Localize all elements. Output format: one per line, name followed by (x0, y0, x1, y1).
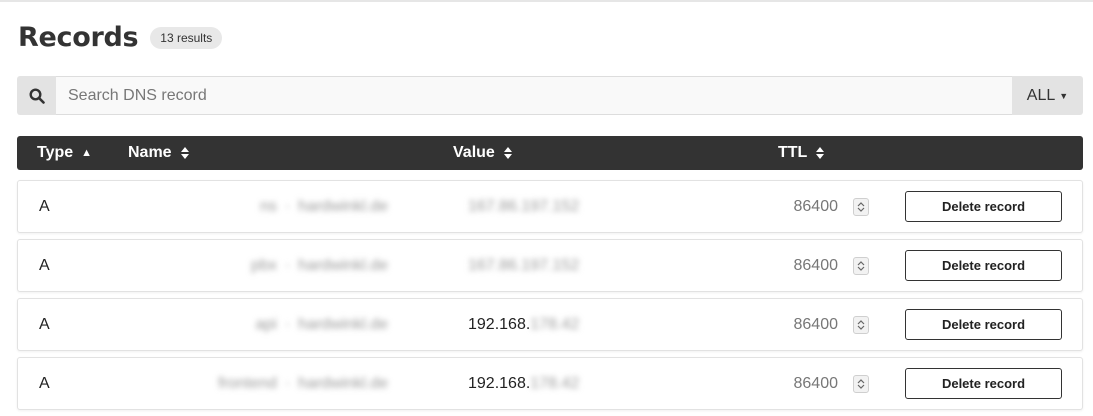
record-ttl: 86400 (793, 257, 839, 274)
record-ttl: 86400 (793, 316, 839, 333)
results-count-badge: 13 results (150, 26, 223, 49)
delete-record-button[interactable]: Delete record (905, 250, 1062, 281)
filter-label: ALL (1026, 86, 1056, 104)
record-subdomain: ns (259, 198, 277, 215)
column-label: Value (453, 144, 495, 161)
record-domain: hardwinkl.de (298, 257, 388, 274)
search-input[interactable] (56, 76, 1012, 115)
record-subdomain: api (255, 316, 277, 333)
record-value-redacted: 178.42 (530, 375, 580, 392)
record-type: A (39, 316, 50, 333)
record-value-redacted: 178.42 (530, 316, 580, 333)
column-label: TTL (778, 144, 808, 161)
record-value: 192.168. 178.42 (468, 358, 579, 409)
table-row: A api · hardwinkl.de 192.168. 178.42 864… (17, 298, 1083, 351)
ttl-stepper[interactable] (853, 198, 869, 216)
record-ttl: 86400 (793, 198, 839, 215)
stepper-icon (857, 379, 865, 389)
column-header-type[interactable]: Type ▲ (37, 136, 92, 170)
delete-record-button[interactable]: Delete record (905, 368, 1062, 399)
ttl-stepper[interactable] (853, 257, 869, 275)
record-name: api · hardwinkl.de (208, 299, 388, 350)
record-domain: hardwinkl.de (298, 375, 388, 392)
name-separator: · (284, 316, 291, 333)
stepper-icon (857, 261, 865, 271)
delete-record-button[interactable]: Delete record (905, 191, 1062, 222)
page-title: Records (18, 22, 139, 53)
search-bar: ALL ▼ (17, 76, 1083, 115)
record-value-visible: 192.168. (468, 375, 531, 392)
record-value-visible: 192.168. (468, 316, 531, 333)
name-separator: · (284, 257, 291, 274)
record-name: frontend · hardwinkl.de (208, 358, 388, 409)
record-ttl: 86400 (793, 375, 839, 392)
record-domain: hardwinkl.de (298, 316, 388, 333)
sort-icon (816, 147, 825, 159)
column-label: Name (128, 144, 172, 161)
record-type: A (39, 257, 50, 274)
record-type: A (39, 375, 50, 392)
record-value: 167.86.197.152 (468, 181, 579, 232)
sort-ascending-icon: ▲ (81, 146, 93, 159)
column-header-name[interactable]: Name (128, 136, 190, 170)
name-separator: · (284, 375, 291, 392)
column-header-value[interactable]: Value (453, 136, 513, 170)
column-label: Type (37, 144, 74, 161)
record-name: ns · hardwinkl.de (208, 181, 388, 232)
sort-icon (503, 147, 512, 159)
ttl-stepper[interactable] (853, 316, 869, 334)
record-type-filter-dropdown[interactable]: ALL ▼ (1012, 76, 1083, 115)
sort-icon (180, 147, 189, 159)
table-row: A ns · hardwinkl.de 167.86.197.152 86400… (17, 180, 1083, 233)
record-subdomain: pbx (251, 257, 277, 274)
stepper-icon (857, 202, 865, 212)
record-subdomain: frontend (218, 375, 277, 392)
record-type: A (39, 198, 50, 215)
record-value: 167.86.197.152 (468, 240, 579, 291)
page-header: Records 13 results (18, 22, 223, 53)
search-button[interactable] (17, 76, 56, 115)
top-divider (0, 0, 1093, 2)
table-row: A pbx · hardwinkl.de 167.86.197.152 8640… (17, 239, 1083, 292)
record-value: 192.168. 178.42 (468, 299, 579, 350)
record-value-redacted: 167.86.197.152 (468, 257, 580, 274)
table-header: Type ▲ Name Value TTL (17, 136, 1083, 170)
name-separator: · (284, 198, 291, 215)
search-icon (28, 87, 45, 104)
record-domain: hardwinkl.de (298, 198, 388, 215)
column-header-ttl[interactable]: TTL (778, 136, 825, 170)
stepper-icon (857, 320, 865, 330)
table-row: A frontend · hardwinkl.de 192.168. 178.4… (17, 357, 1083, 410)
delete-record-button[interactable]: Delete record (905, 309, 1062, 340)
record-value-redacted: 167.86.197.152 (468, 198, 580, 215)
ttl-stepper[interactable] (853, 375, 869, 393)
record-name: pbx · hardwinkl.de (208, 240, 388, 291)
chevron-down-icon: ▼ (1059, 90, 1069, 101)
